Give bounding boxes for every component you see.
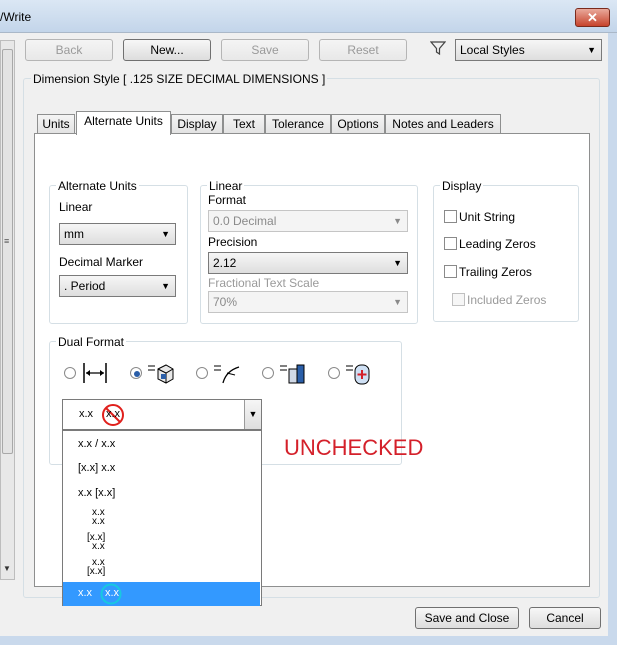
save-button[interactable]: Save xyxy=(221,39,309,61)
tab-notes-and-leaders[interactable]: Notes and Leaders xyxy=(385,114,501,134)
list-item-selected[interactable]: x.x x.x xyxy=(63,582,260,606)
title-bar: /Write ✕ xyxy=(0,0,617,33)
tab-options[interactable]: Options xyxy=(331,114,385,134)
tab-alternate-units[interactable]: Alternate Units xyxy=(76,111,171,135)
list-item-text-bottom: x.x xyxy=(92,541,105,552)
list-item-text-bottom: [x.x] xyxy=(87,566,106,577)
format-select[interactable]: 0.0 Decimal ▼ xyxy=(208,210,408,232)
chevron-down-icon: ▼ xyxy=(393,258,402,268)
new-button[interactable]: New... xyxy=(123,39,211,61)
display-group-label: Display xyxy=(440,179,484,193)
linear-label: Linear xyxy=(59,200,93,214)
leading-zeros-checkbox[interactable] xyxy=(444,237,457,250)
dual-format-select[interactable]: x.x x.x ▼ xyxy=(62,399,262,430)
precision-value: 2.12 xyxy=(213,256,237,270)
dual-format-radio-5[interactable] xyxy=(328,367,340,379)
list-item-text: x.x / x.x xyxy=(78,438,116,450)
leading-zeros-label: Leading Zeros xyxy=(459,237,536,251)
dimension-target-icon xyxy=(345,361,373,385)
linear-units-value: mm xyxy=(64,227,84,241)
dimension-horizontal-icon xyxy=(81,361,109,385)
tab-tolerance[interactable]: Tolerance xyxy=(265,114,331,134)
tab-display[interactable]: Display xyxy=(171,114,223,134)
reset-button[interactable]: Reset xyxy=(319,39,407,61)
left-scrollbar[interactable]: ≡ ▼ xyxy=(0,40,15,580)
list-item[interactable]: [x.x] x.x xyxy=(63,532,260,554)
linear-group-label: Linear xyxy=(207,179,245,193)
fractional-text-scale-select[interactable]: 70% ▼ xyxy=(208,291,408,313)
dual-format-dropdown-list[interactable]: x.x / x.x [x.x] x.x x.x [x.x] x.x x.x [x… xyxy=(62,430,262,606)
chevron-down-icon: ▼ xyxy=(393,216,402,226)
dual-format-value: x.x xyxy=(79,408,94,420)
chevron-down-icon: ▼ xyxy=(161,229,170,239)
dual-format-radio-2[interactable] xyxy=(130,367,142,379)
chevron-down-icon: ▼ xyxy=(587,45,596,55)
close-icon: ✕ xyxy=(587,10,598,25)
format-label: Format xyxy=(208,193,247,207)
list-item[interactable]: x.x [x.x] xyxy=(63,557,260,579)
precision-label: Precision xyxy=(208,235,258,249)
tab-units[interactable]: Units xyxy=(37,114,75,134)
included-zeros-checkbox[interactable] xyxy=(452,293,465,306)
list-item-text-secondary: x.x xyxy=(105,587,120,599)
dual-format-value-secondary: x.x xyxy=(106,408,121,420)
list-item-text-bottom: x.x xyxy=(92,516,105,527)
chevron-down-icon: ▼ xyxy=(161,281,170,291)
unchecked-annotation: UNCHECKED xyxy=(284,435,424,460)
list-item[interactable]: [x.x] x.x xyxy=(63,459,260,479)
format-value: 0.0 Decimal xyxy=(213,214,277,228)
dimension-block-icon xyxy=(279,361,307,385)
unit-string-label: Unit String xyxy=(459,210,516,224)
chevron-down-icon: ▼ xyxy=(248,409,258,419)
fractional-text-scale-value: 70% xyxy=(213,295,238,309)
tab-text[interactable]: Text xyxy=(223,114,265,134)
included-zeros-label: Included Zeros xyxy=(467,293,547,307)
close-button[interactable]: ✕ xyxy=(575,8,610,27)
dimension-style-label: Dimension Style [ .125 SIZE DECIMAL DIME… xyxy=(31,72,328,86)
list-item[interactable]: x.x [x.x] xyxy=(63,484,260,504)
leader-icon xyxy=(213,361,241,385)
dual-format-radio-3[interactable] xyxy=(196,367,208,379)
dimension-3d-icon xyxy=(147,361,175,385)
list-item[interactable]: x.x / x.x xyxy=(63,435,260,455)
decimal-marker-value: . Period xyxy=(64,279,106,293)
list-item-text: [x.x] x.x xyxy=(78,462,116,474)
trailing-zeros-label: Trailing Zeros xyxy=(459,265,532,279)
scrollbar-thumb[interactable] xyxy=(2,49,13,454)
list-item-text: x.x [x.x] xyxy=(78,487,116,499)
dual-format-radio-4[interactable] xyxy=(262,367,274,379)
dual-format-label: Dual Format xyxy=(56,335,127,349)
window-title: /Write xyxy=(0,10,32,24)
unit-string-checkbox[interactable] xyxy=(444,210,457,223)
trailing-zeros-checkbox[interactable] xyxy=(444,265,457,278)
linear-units-select[interactable]: mm ▼ xyxy=(59,223,176,245)
list-item[interactable]: x.x x.x xyxy=(63,507,260,529)
list-item-text: x.x xyxy=(78,587,93,599)
local-styles-value: Local Styles xyxy=(460,43,525,57)
fractional-text-scale-label: Fractional Text Scale xyxy=(208,276,320,290)
decimal-marker-label: Decimal Marker xyxy=(59,255,144,269)
precision-select[interactable]: 2.12 ▼ xyxy=(208,252,408,274)
dual-format-radio-1[interactable] xyxy=(64,367,76,379)
alternate-units-label: Alternate Units xyxy=(56,179,139,193)
save-and-close-button[interactable]: Save and Close xyxy=(415,607,519,629)
dropdown-toggle-button[interactable]: ▼ xyxy=(244,400,261,429)
scroll-down-arrow-icon[interactable]: ▼ xyxy=(3,564,11,573)
decimal-marker-select[interactable]: . Period ▼ xyxy=(59,275,176,297)
grip-icon: ≡ xyxy=(4,236,10,246)
chevron-down-icon: ▼ xyxy=(393,297,402,307)
local-styles-select[interactable]: Local Styles ▼ xyxy=(455,39,602,61)
filter-icon[interactable] xyxy=(429,40,447,56)
back-button[interactable]: Back xyxy=(25,39,113,61)
cancel-button[interactable]: Cancel xyxy=(529,607,601,629)
